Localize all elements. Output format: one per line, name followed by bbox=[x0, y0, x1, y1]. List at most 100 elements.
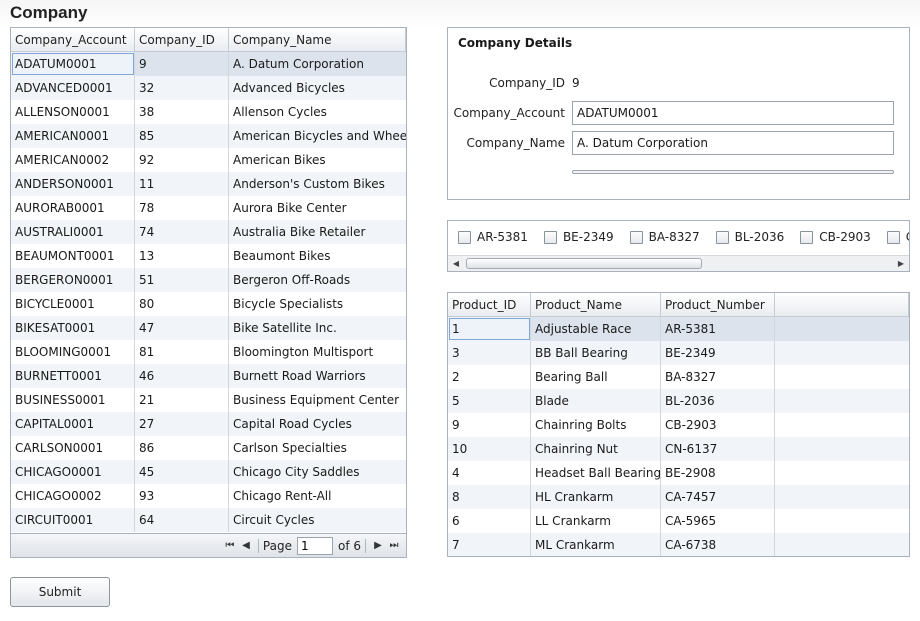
product-name-cell[interactable]: Bearing Ball bbox=[531, 365, 661, 389]
company-account-cell[interactable]: AMERICAN0001 bbox=[11, 124, 135, 148]
product-name-cell[interactable]: HL Crankarm bbox=[531, 485, 661, 509]
product-name-cell[interactable]: Chainring Nut bbox=[531, 437, 661, 461]
company-name-cell[interactable]: Bergeron Off-Roads bbox=[229, 268, 406, 292]
scroll-right-icon[interactable]: ▶ bbox=[893, 256, 909, 271]
product-id-cell[interactable]: 9 bbox=[448, 413, 531, 437]
table-row[interactable]: BLOOMING0001 81 Bloomington Multisport bbox=[11, 340, 406, 364]
page-number-input[interactable] bbox=[296, 536, 333, 555]
company-name-cell[interactable]: Australia Bike Retailer bbox=[229, 220, 406, 244]
company-account-cell[interactable]: CHICAGO0001 bbox=[11, 460, 135, 484]
company-name-cell[interactable]: Bicycle Specialists bbox=[229, 292, 406, 316]
company-name-cell[interactable]: Bike Satellite Inc. bbox=[229, 316, 406, 340]
company-account-cell[interactable]: BEAUMONT0001 bbox=[11, 244, 135, 268]
company-account-cell[interactable]: ANDERSON0001 bbox=[11, 172, 135, 196]
company-account-cell[interactable]: BICYCLE0001 bbox=[11, 292, 135, 316]
table-row[interactable]: 9 Chainring Bolts CB-2903 bbox=[448, 413, 909, 437]
product-id-cell[interactable]: 4 bbox=[448, 461, 531, 485]
company-account-cell[interactable]: BUSINESS0001 bbox=[11, 388, 135, 412]
company-id-cell[interactable]: 92 bbox=[135, 148, 229, 172]
company-id-cell[interactable]: 93 bbox=[135, 484, 229, 508]
company-name-cell[interactable]: Chicago City Saddles bbox=[229, 460, 406, 484]
product-checkbox-item[interactable]: BA-8327 bbox=[629, 230, 700, 244]
company-name-cell[interactable]: Advanced Bicycles bbox=[229, 76, 406, 100]
table-row[interactable]: 6 LL Crankarm CA-5965 bbox=[448, 509, 909, 533]
previous-page-icon[interactable]: ◀︎ bbox=[238, 538, 254, 554]
table-row[interactable]: 7 ML Crankarm CA-6738 bbox=[448, 533, 909, 556]
company-name-field[interactable] bbox=[572, 131, 894, 155]
company-id-cell[interactable]: 46 bbox=[135, 364, 229, 388]
company-name-cell[interactable]: Allenson Cycles bbox=[229, 100, 406, 124]
product-id-cell[interactable]: 8 bbox=[448, 485, 531, 509]
company-account-cell[interactable]: ADATUM0001 bbox=[11, 52, 135, 76]
table-row[interactable]: CAPITAL0001 27 Capital Road Cycles bbox=[11, 412, 406, 436]
company-id-cell[interactable]: 21 bbox=[135, 388, 229, 412]
product-id-cell[interactable]: 3 bbox=[448, 341, 531, 365]
company-name-cell[interactable]: Bloomington Multisport bbox=[229, 340, 406, 364]
column-header-product-name[interactable]: Product_Name bbox=[531, 293, 661, 317]
scroll-left-icon[interactable]: ◀ bbox=[448, 256, 464, 271]
table-row[interactable]: AUSTRALI0001 74 Australia Bike Retailer bbox=[11, 220, 406, 244]
company-id-cell[interactable]: 85 bbox=[135, 124, 229, 148]
company-id-cell[interactable]: 81 bbox=[135, 340, 229, 364]
product-id-cell[interactable]: 7 bbox=[448, 533, 531, 556]
company-name-cell[interactable]: Carlson Specialties bbox=[229, 436, 406, 460]
product-id-cell[interactable]: 1 bbox=[448, 317, 531, 341]
product-checkbox-item[interactable]: CB-2903 bbox=[800, 230, 871, 244]
table-row[interactable]: CHICAGO0001 45 Chicago City Saddles bbox=[11, 460, 406, 484]
company-name-cell[interactable]: Burnett Road Warriors bbox=[229, 364, 406, 388]
table-row[interactable]: BURNETT0001 46 Burnett Road Warriors bbox=[11, 364, 406, 388]
company-account-cell[interactable]: CIRCUIT0001 bbox=[11, 508, 135, 532]
product-number-cell[interactable]: BE-2349 bbox=[661, 341, 775, 365]
company-id-cell[interactable]: 9 bbox=[135, 52, 229, 76]
table-row[interactable]: 2 Bearing Ball BA-8327 bbox=[448, 365, 909, 389]
company-account-cell[interactable]: BIKESAT0001 bbox=[11, 316, 135, 340]
company-account-cell[interactable]: CHICAGO0002 bbox=[11, 484, 135, 508]
table-row[interactable]: ADATUM0001 9 A. Datum Corporation bbox=[11, 52, 406, 76]
company-name-cell[interactable]: Business Equipment Center bbox=[229, 388, 406, 412]
product-number-cell[interactable]: CA-6738 bbox=[661, 533, 775, 556]
product-number-cell[interactable]: BE-2908 bbox=[661, 461, 775, 485]
table-row[interactable]: BIKESAT0001 47 Bike Satellite Inc. bbox=[11, 316, 406, 340]
checkbox[interactable] bbox=[800, 230, 814, 244]
product-name-cell[interactable]: Headset Ball Bearings bbox=[531, 461, 661, 485]
table-row[interactable]: AMERICAN0001 85 American Bicycles and Whee… bbox=[11, 124, 406, 148]
company-account-cell[interactable]: CARLSON0001 bbox=[11, 436, 135, 460]
product-name-cell[interactable]: BB Ball Bearing bbox=[531, 341, 661, 365]
company-id-cell[interactable]: 64 bbox=[135, 508, 229, 532]
company-name-cell[interactable]: A. Datum Corporation bbox=[229, 52, 406, 76]
column-header-product-number[interactable]: Product_Number bbox=[661, 293, 775, 317]
product-id-cell[interactable]: 10 bbox=[448, 437, 531, 461]
product-number-cell[interactable]: CN-6137 bbox=[661, 437, 775, 461]
company-account-cell[interactable]: BLOOMING0001 bbox=[11, 340, 135, 364]
column-header-company-account[interactable]: Company_Account bbox=[11, 28, 135, 52]
company-account-cell[interactable]: CAPITAL0001 bbox=[11, 412, 135, 436]
table-row[interactable]: 1 Adjustable Race AR-5381 bbox=[448, 317, 909, 341]
checkbox[interactable] bbox=[458, 230, 471, 244]
company-id-cell[interactable]: 45 bbox=[135, 460, 229, 484]
company-account-cell[interactable]: ALLENSON0001 bbox=[11, 100, 135, 124]
table-row[interactable]: 10 Chainring Nut CN-6137 bbox=[448, 437, 909, 461]
product-name-cell[interactable]: ML Crankarm bbox=[531, 533, 661, 556]
product-checkbox-item[interactable]: CN-6137 bbox=[886, 230, 909, 244]
table-row[interactable]: 8 HL Crankarm CA-7457 bbox=[448, 485, 909, 509]
checkbox[interactable] bbox=[886, 230, 900, 244]
product-id-cell[interactable]: 5 bbox=[448, 389, 531, 413]
table-row[interactable]: AURORAB0001 78 Aurora Bike Center bbox=[11, 196, 406, 220]
product-name-cell[interactable]: Chainring Bolts bbox=[531, 413, 661, 437]
table-row[interactable]: AMERICAN0002 92 American Bikes bbox=[11, 148, 406, 172]
product-number-cell[interactable]: BL-2036 bbox=[661, 389, 775, 413]
company-id-cell[interactable]: 78 bbox=[135, 196, 229, 220]
product-name-cell[interactable]: LL Crankarm bbox=[531, 509, 661, 533]
table-row[interactable]: 3 BB Ball Bearing BE-2349 bbox=[448, 341, 909, 365]
company-name-cell[interactable]: Anderson's Custom Bikes bbox=[229, 172, 406, 196]
company-account-cell[interactable]: BURNETT0001 bbox=[11, 364, 135, 388]
company-name-cell[interactable]: Circuit Cycles bbox=[229, 508, 406, 532]
company-id-cell[interactable]: 38 bbox=[135, 100, 229, 124]
checkbox[interactable] bbox=[715, 230, 729, 244]
table-row[interactable]: ADVANCED0001 32 Advanced Bicycles bbox=[11, 76, 406, 100]
product-number-cell[interactable]: BA-8327 bbox=[661, 365, 775, 389]
company-name-cell[interactable]: Beaumont Bikes bbox=[229, 244, 406, 268]
company-id-cell[interactable]: 80 bbox=[135, 292, 229, 316]
table-row[interactable]: BUSINESS0001 21 Business Equipment Center bbox=[11, 388, 406, 412]
horizontal-scrollbar[interactable]: ◀ ▶ bbox=[448, 255, 909, 271]
